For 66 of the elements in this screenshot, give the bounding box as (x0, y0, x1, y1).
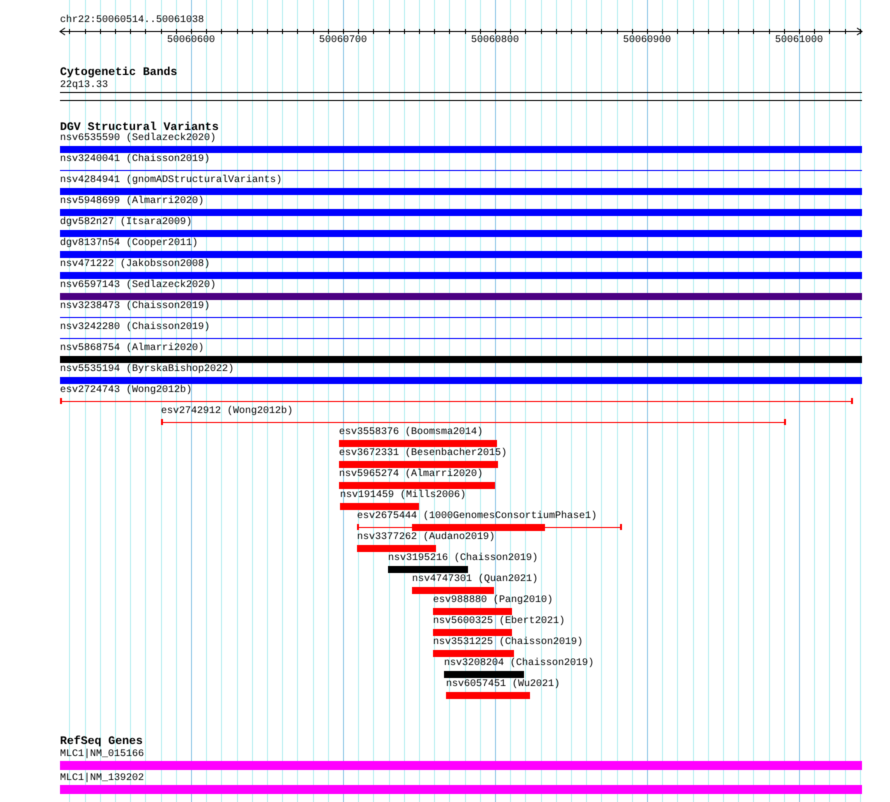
variant-bar[interactable] (339, 440, 497, 447)
tick-label: 50060700 (319, 35, 368, 47)
feature-label: nsv5948699 (Almarri2020) (60, 196, 204, 208)
variant-bar[interactable] (357, 545, 436, 552)
feature-label: nsv4284941 (gnomADStructuralVariants) (60, 175, 282, 187)
feature-label: nsv3242280 (Chaisson2019) (60, 322, 210, 334)
variant-bar[interactable] (60, 377, 862, 384)
feature-label: nsv3377262 (Audano2019) (357, 532, 496, 544)
variant-bar[interactable] (60, 356, 862, 363)
feature-label: nsv191459 (Mills2006) (340, 490, 466, 502)
feature-label: nsv471222 (Jakobsson2008) (60, 259, 210, 271)
feature-label: nsv3238473 (Chaisson2019) (60, 301, 210, 313)
feature-label: esv3672331 (Besenbacher2015) (339, 448, 508, 460)
feature-label: MLC1|NM_139202 (60, 773, 144, 785)
feature-label: esv3558376 (Boomsma2014) (339, 427, 484, 439)
gene-bar[interactable] (60, 785, 862, 794)
feature-label: nsv4747301 (Quan2021) (412, 574, 538, 586)
variant-bar[interactable] (339, 482, 495, 489)
feature-label: dgv8137n54 (Cooper2011) (60, 238, 198, 250)
feature-label: nsv3195216 (Chaisson2019) (388, 553, 538, 565)
tick-label: 50060900 (623, 35, 672, 47)
variant-bar[interactable] (388, 566, 468, 573)
variant-bar[interactable] (433, 608, 512, 615)
feature-label: esv988880 (Pang2010) (433, 595, 554, 607)
variant-line[interactable] (60, 398, 853, 405)
feature-label: esv2675444 (1000GenomesConsortiumPhase1) (357, 511, 598, 523)
gene-bar[interactable] (60, 761, 862, 770)
variant-bar[interactable] (433, 650, 514, 657)
feature-label: MLC1|NM_015166 (60, 749, 144, 761)
feature-label: 22q13.33 (60, 80, 108, 92)
feature-label: nsv3531225 (Chaisson2019) (433, 637, 584, 649)
variant-bar[interactable] (60, 230, 862, 237)
tick-label: 50061000 (775, 35, 824, 47)
tick-label: 50060800 (471, 35, 520, 47)
variant-bar[interactable] (60, 209, 862, 216)
variant-line[interactable] (357, 524, 622, 531)
feature-label: nsv5600325 (Ebert2021) (433, 616, 566, 628)
chromosome-band[interactable] (60, 92, 862, 101)
feature-label: nsv6597143 (Sedlazeck2020) (60, 280, 216, 292)
variant-bar[interactable] (60, 146, 862, 153)
variant-bar[interactable] (60, 188, 862, 195)
track-title: DGV Structural Variants (60, 121, 219, 134)
variant-bar[interactable] (444, 671, 524, 678)
feature-label: nsv6057451 (Wu2021) (446, 679, 560, 691)
variant-line[interactable] (161, 419, 786, 426)
feature-label: nsv6535590 (Sedlazeck2020) (60, 133, 216, 145)
feature-label: nsv5535194 (ByrskaBishop2022) (60, 364, 234, 376)
track-title: Cytogenetic Bands (60, 66, 178, 79)
variant-bar[interactable] (446, 692, 530, 699)
variant-bar[interactable] (60, 272, 862, 279)
feature-label: nsv3240041 (Chaisson2019) (60, 154, 210, 166)
feature-label: esv2742912 (Wong2012b) (161, 406, 294, 418)
variant-bar[interactable] (60, 251, 862, 258)
variant-bar[interactable] (60, 293, 862, 300)
variant-bar[interactable] (433, 629, 512, 636)
feature-label: dgv582n27 (Itsara2009) (60, 217, 192, 229)
variant-bar[interactable] (339, 461, 498, 468)
location-label: chr22:50060514..50061038 (60, 15, 204, 27)
feature-label: nsv5868754 (Almarri2020) (60, 343, 204, 355)
feature-label: nsv5965274 (Almarri2020) (339, 469, 484, 481)
feature-label: nsv3208204 (Chaisson2019) (444, 658, 594, 670)
feature-label: esv2724743 (Wong2012b) (60, 385, 192, 397)
variant-bar[interactable] (340, 503, 419, 510)
track-title: RefSeq Genes (60, 735, 143, 748)
variant-bar[interactable] (412, 587, 494, 594)
tick-label: 50060600 (167, 35, 216, 47)
